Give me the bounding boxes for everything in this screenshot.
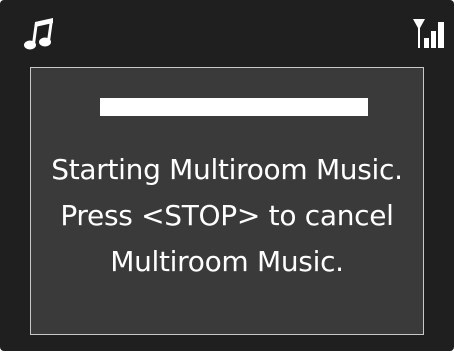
status-bar: [0, 0, 454, 58]
device-screen: Starting Multiroom Music. Press <STOP> t…: [0, 0, 454, 351]
message-line-1: Starting Multiroom Music.: [51, 153, 403, 186]
progress-bar: [100, 98, 368, 116]
music-note-icon: [24, 18, 53, 50]
multiroom-dialog: Starting Multiroom Music. Press <STOP> t…: [30, 67, 424, 335]
dialog-message: Starting Multiroom Music. Press <STOP> t…: [31, 147, 423, 285]
message-line-2: Press <STOP> to cancel: [60, 199, 394, 232]
progress-bar-fill: [100, 98, 368, 116]
signal-strength-icon: [413, 19, 444, 48]
message-line-3: Multiroom Music.: [110, 245, 344, 278]
